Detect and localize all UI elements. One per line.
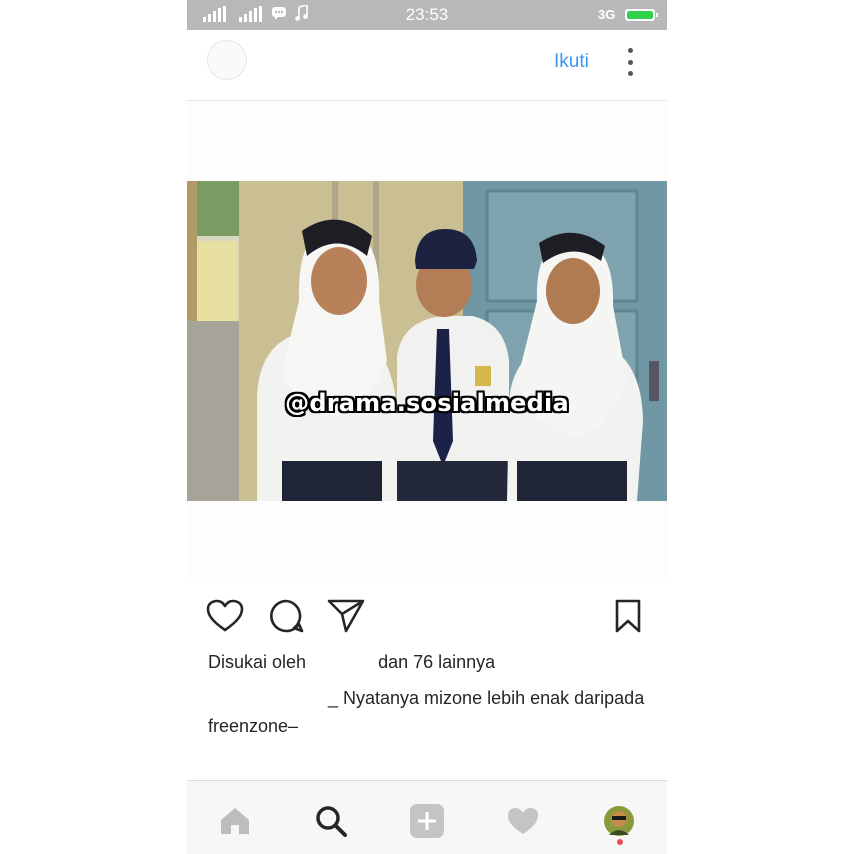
photo-illustration bbox=[187, 181, 667, 501]
post-photo[interactable]: @drama.sosialmedia bbox=[187, 181, 667, 501]
likes-count[interactable]: dan 76 lainnya bbox=[378, 652, 495, 672]
home-icon[interactable] bbox=[215, 801, 255, 841]
post-media: @drama.sosialmedia bbox=[187, 101, 667, 583]
profile-avatar bbox=[604, 806, 634, 836]
caption-text: _ Nyatanya mizone lebih enak daripada fr… bbox=[208, 688, 645, 736]
battery-icon bbox=[625, 9, 658, 21]
add-icon[interactable] bbox=[407, 801, 447, 841]
clock: 23:53 bbox=[405, 5, 449, 24]
likes-line: Disukai oleh dan 76 lainnya bbox=[208, 652, 495, 673]
likes-prefix: Disukai oleh bbox=[208, 652, 307, 672]
profile-tab[interactable] bbox=[599, 801, 639, 845]
more-options-icon[interactable] bbox=[622, 48, 638, 76]
comment-icon[interactable] bbox=[266, 596, 306, 636]
activity-icon[interactable] bbox=[503, 801, 543, 841]
notification-dot bbox=[617, 839, 623, 845]
photo-watermark: @drama.sosialmedia bbox=[285, 389, 569, 417]
bookmark-icon[interactable] bbox=[608, 596, 648, 636]
bottom-nav bbox=[187, 780, 667, 854]
post-header: Ikuti bbox=[187, 30, 667, 101]
phone-screen: 23:53 3G Ikuti @drama.sosialmedia Disuka… bbox=[187, 0, 667, 854]
heart-icon[interactable] bbox=[205, 596, 245, 636]
status-bar: 23:53 3G bbox=[187, 0, 667, 30]
post-caption: _ Nyatanya mizone lebih enak daripada fr… bbox=[208, 684, 648, 740]
share-icon[interactable] bbox=[326, 596, 366, 636]
search-icon[interactable] bbox=[311, 801, 351, 841]
post-actions bbox=[187, 590, 667, 640]
follow-button[interactable]: Ikuti bbox=[554, 51, 589, 73]
network-type: 3G bbox=[598, 7, 616, 22]
avatar[interactable] bbox=[207, 40, 247, 80]
